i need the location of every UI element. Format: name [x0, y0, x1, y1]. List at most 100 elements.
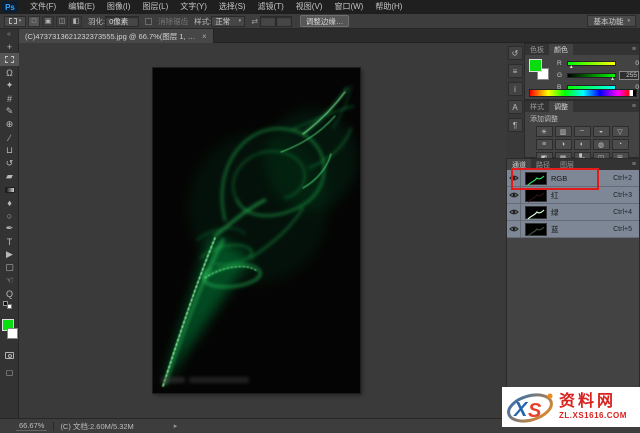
type-tool[interactable]: T — [0, 235, 19, 248]
eraser-tool[interactable]: ▰ — [0, 170, 19, 183]
slider-thumb[interactable]: ▲ — [569, 65, 574, 70]
menu-item-h[interactable]: 帮助(H) — [369, 0, 408, 14]
foreground-color-swatch[interactable] — [529, 59, 542, 72]
width-input[interactable] — [260, 16, 276, 27]
channel-shortcut: Ctrl+4 — [613, 209, 639, 216]
menu-item-w[interactable]: 窗口(W) — [328, 0, 369, 14]
hand-tool[interactable]: ☜ — [0, 274, 19, 287]
panel-menu-icon[interactable]: ≡ — [632, 159, 636, 170]
rectangular-marquee-tool-icon — [5, 56, 14, 63]
adjustments-tab-调整[interactable]: 调整 — [549, 101, 573, 112]
menu-item-i[interactable]: 图像(I) — [101, 0, 137, 14]
history-brush-tool[interactable]: ↺ — [0, 157, 19, 170]
channels-tab-路径[interactable]: 路径 — [531, 159, 555, 170]
quick-mask-button[interactable] — [0, 349, 19, 362]
panel-menu-icon[interactable]: ≡ — [632, 44, 636, 55]
intersect-selection-mode-button[interactable]: ◧ — [70, 16, 82, 27]
history-panel-icon[interactable]: ↺ — [508, 46, 523, 60]
blur-tool[interactable]: ♦ — [0, 196, 19, 209]
color-tab-色板[interactable]: 色板 — [525, 44, 549, 55]
collapse-toolbar-icon[interactable]: « — [0, 29, 18, 40]
color-tab-颜色[interactable]: 颜色 — [549, 44, 573, 55]
workspace-switcher-button[interactable]: 基本功能▾ — [587, 15, 636, 27]
channels-tab-通道[interactable]: 通道 — [507, 159, 531, 170]
antialias-checkbox[interactable] — [145, 18, 152, 25]
refine-edge-button[interactable]: 调整边缘… — [300, 15, 350, 27]
zoom-level-field[interactable]: 66.67% — [16, 421, 47, 431]
default-colors-icon[interactable] — [0, 300, 19, 309]
move-tool[interactable]: + — [0, 40, 19, 53]
slider-track-r[interactable]: ▲ — [567, 61, 616, 66]
background-color-swatch[interactable] — [7, 328, 18, 339]
curves-icon[interactable]: ~ — [574, 126, 591, 137]
visibility-eye-icon[interactable] — [507, 204, 521, 221]
screen-mode-button[interactable]: ▢ — [0, 366, 19, 379]
channels-tab-图层[interactable]: 图层 — [555, 159, 579, 170]
menu-item-y[interactable]: 文字(Y) — [174, 0, 213, 14]
color-balance-icon[interactable]: ◑ — [555, 139, 572, 150]
subtract-selection-mode-button[interactable]: ◫ — [56, 16, 68, 27]
swap-dimensions-icon[interactable]: ⇄ — [251, 17, 258, 26]
channel-row-rgb[interactable]: RGBCtrl+2 — [507, 170, 639, 187]
gradient-tool[interactable] — [0, 183, 19, 196]
chevron-down-icon: ▾ — [627, 18, 630, 24]
color-spectrum-ramp[interactable] — [529, 89, 637, 97]
zoom-tool[interactable]: Q — [0, 287, 19, 300]
adjustments-tab-样式[interactable]: 样式 — [525, 101, 549, 112]
shape-tool[interactable]: ▢ — [0, 261, 19, 274]
canvas-area[interactable] — [19, 43, 506, 418]
brush-tool[interactable]: ∕ — [0, 131, 19, 144]
path-selection-tool[interactable]: ▶ — [0, 248, 19, 261]
visibility-eye-icon[interactable] — [507, 187, 521, 204]
visibility-eye-icon[interactable] — [507, 221, 521, 238]
tool-preset-picker[interactable]: ▾ — [4, 16, 26, 27]
quick-selection-tool[interactable]: ✦ — [0, 79, 19, 92]
slider-value[interactable]: 255 — [619, 71, 639, 80]
slider-track-g[interactable]: ▲ — [567, 73, 616, 78]
brightness-contrast-icon[interactable]: ☀ — [536, 126, 553, 137]
channel-shortcut: Ctrl+3 — [613, 192, 639, 199]
exposure-icon[interactable]: ◒ — [593, 126, 610, 137]
channel-mixer-icon[interactable]: ◔ — [612, 139, 629, 150]
add-selection-mode-button[interactable]: ▣ — [42, 16, 54, 27]
style-select[interactable]: 正常▾ — [211, 16, 245, 27]
panel-menu-icon[interactable]: ≡ — [632, 101, 636, 112]
close-tab-icon[interactable]: × — [202, 32, 207, 41]
dodge-tool[interactable]: ○ — [0, 209, 19, 222]
slider-thumb[interactable]: ▲ — [610, 77, 615, 82]
menu-item-v[interactable]: 视图(V) — [290, 0, 329, 14]
clone-stamp-tool[interactable]: ⊔ — [0, 144, 19, 157]
character-panel-icon[interactable]: A — [508, 100, 523, 114]
healing-brush-tool[interactable]: ⊕ — [0, 118, 19, 131]
info-panel-icon[interactable]: i — [508, 82, 523, 96]
height-input[interactable] — [276, 16, 292, 27]
crop-tool[interactable]: # — [0, 92, 19, 105]
paragraph-panel-icon[interactable]: ¶ — [508, 118, 523, 132]
eyedropper-tool[interactable]: ✎ — [0, 105, 19, 118]
channel-row-blue[interactable]: 蓝Ctrl+5 — [507, 221, 639, 238]
menu-item-s[interactable]: 选择(S) — [213, 0, 252, 14]
menu-item-l[interactable]: 图层(L) — [136, 0, 174, 14]
menu-item-f[interactable]: 文件(F) — [24, 0, 62, 14]
slider-value[interactable]: 0 — [619, 60, 639, 67]
vibrance-icon[interactable]: ▽ — [612, 126, 629, 137]
pen-tool[interactable]: ✒ — [0, 222, 19, 235]
black-white-icon[interactable]: ◐ — [574, 139, 591, 150]
slider-label: R — [557, 60, 564, 67]
lasso-tool[interactable]: Ω — [0, 66, 19, 79]
rectangular-marquee-tool[interactable] — [0, 53, 19, 66]
status-options-arrow-icon[interactable]: ▸ — [174, 422, 178, 430]
channel-row-red[interactable]: 红Ctrl+3 — [507, 187, 639, 204]
new-selection-mode-button[interactable]: □ — [28, 16, 40, 27]
menu-item-e[interactable]: 编辑(E) — [62, 0, 101, 14]
hue-saturation-icon[interactable]: ≡ — [536, 139, 553, 150]
properties-panel-icon[interactable]: ≡ — [508, 64, 523, 78]
photo-filter-icon[interactable]: ◍ — [593, 139, 610, 150]
channel-row-green[interactable]: 绿Ctrl+4 — [507, 204, 639, 221]
levels-icon[interactable]: ▥ — [555, 126, 572, 137]
menu-item-t[interactable]: 滤镜(T) — [252, 0, 290, 14]
document-image[interactable] — [153, 68, 360, 393]
document-tab[interactable]: (C)4737313621232373555.jpg @ 66.7%(图层 1,… — [19, 29, 214, 43]
feather-input[interactable]: 0像素 — [105, 16, 139, 27]
visibility-eye-icon[interactable] — [507, 170, 521, 187]
